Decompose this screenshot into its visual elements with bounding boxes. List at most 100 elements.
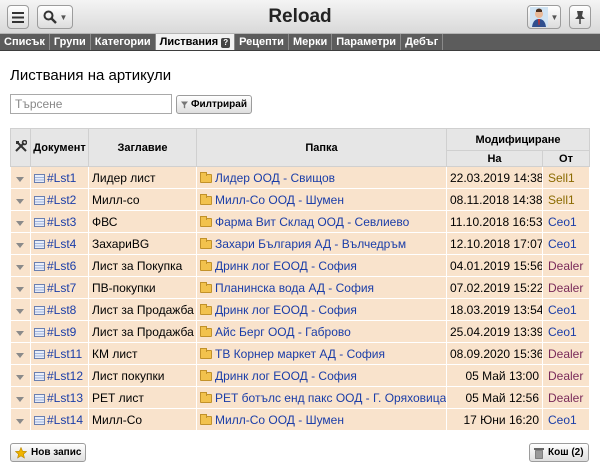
document-cell[interactable]: #Lst1 bbox=[30, 166, 89, 189]
folder-cell[interactable]: Дринк лог ЕООД - София bbox=[196, 364, 447, 387]
table-row[interactable]: #Lst8 Лист за Продажба Дринк лог ЕООД - Со… bbox=[10, 298, 590, 321]
row-menu[interactable] bbox=[10, 276, 31, 299]
document-cell[interactable]: #Lst14 bbox=[30, 408, 89, 431]
modified-by-cell[interactable]: Dealer bbox=[542, 276, 590, 299]
row-menu[interactable] bbox=[10, 364, 31, 387]
document-link[interactable]: #Lst13 bbox=[47, 391, 83, 405]
folder-cell[interactable]: Дринк лог ЕООД - София bbox=[196, 298, 447, 321]
tab-recipes[interactable]: Рецепти bbox=[235, 34, 289, 50]
folder-cell[interactable]: Айс Берг ООД - Габрово bbox=[196, 320, 447, 343]
document-link[interactable]: #Lst4 bbox=[47, 237, 76, 251]
row-menu[interactable] bbox=[10, 166, 31, 189]
row-menu[interactable] bbox=[10, 210, 31, 233]
folder-link[interactable]: Фарма Вит Склад ООД - Севлиево bbox=[215, 215, 409, 229]
table-row[interactable]: #Lst4 ЗахариBG Захари България АД - Вълчед… bbox=[10, 232, 590, 255]
row-menu[interactable] bbox=[10, 342, 31, 365]
tab-groups[interactable]: Групи bbox=[50, 34, 91, 50]
document-header[interactable]: Документ bbox=[30, 128, 89, 167]
search-input[interactable] bbox=[10, 94, 172, 114]
document-cell[interactable]: #Lst12 bbox=[30, 364, 89, 387]
document-cell[interactable]: #Lst3 bbox=[30, 210, 89, 233]
table-row[interactable]: #Lst6 Лист за Покупка Дринк лог ЕООД - Соф… bbox=[10, 254, 590, 277]
document-link[interactable]: #Lst2 bbox=[47, 193, 76, 207]
row-menu[interactable] bbox=[10, 320, 31, 343]
tab-list[interactable]: Списък bbox=[0, 34, 50, 50]
table-row[interactable]: #Lst9 Лист за Продажба Айс Берг ООД - Габр… bbox=[10, 320, 590, 343]
pin-button[interactable] bbox=[569, 5, 591, 29]
trash-button[interactable]: Кош (2) bbox=[529, 443, 589, 462]
title-header[interactable]: Заглавие bbox=[88, 128, 197, 167]
row-menu[interactable] bbox=[10, 386, 31, 409]
folder-link[interactable]: Дринк лог ЕООД - София bbox=[215, 369, 357, 383]
modified-by-cell[interactable]: Ceo1 bbox=[542, 320, 590, 343]
folder-link[interactable]: Планинска вода АД - София bbox=[215, 281, 374, 295]
tab-measures[interactable]: Мерки bbox=[289, 34, 333, 50]
folder-cell[interactable]: Дринк лог ЕООД - София bbox=[196, 254, 447, 277]
table-row[interactable]: #Lst12 Лист покупки Дринк лог ЕООД - София… bbox=[10, 364, 590, 387]
folder-link[interactable]: Захари България АД - Вълчедръм bbox=[215, 237, 406, 251]
modified-by-cell[interactable]: Dealer bbox=[542, 342, 590, 365]
folder-cell[interactable]: Лидер ООД - Свищов bbox=[196, 166, 447, 189]
folder-link[interactable]: ТВ Корнер маркет АД - София bbox=[215, 347, 385, 361]
user-menu-button[interactable]: ▼ bbox=[527, 5, 561, 29]
folder-cell[interactable]: Планинска вода АД - София bbox=[196, 276, 447, 299]
tab-parameters[interactable]: Параметри bbox=[332, 34, 402, 50]
table-row[interactable]: #Lst13 РЕТ лист РЕТ ботълс енд пакс ООД - … bbox=[10, 386, 590, 409]
document-cell[interactable]: #Lst4 bbox=[30, 232, 89, 255]
document-link[interactable]: #Lst1 bbox=[47, 171, 76, 185]
document-link[interactable]: #Lst12 bbox=[47, 369, 83, 383]
table-row[interactable]: #Lst7 ПВ-покупки Планинска вода АД - София… bbox=[10, 276, 590, 299]
folder-link[interactable]: Милл-Со ООД - Шумен bbox=[215, 193, 344, 207]
modified-by-cell[interactable]: Ceo1 bbox=[542, 408, 590, 431]
folder-link[interactable]: Милл-Со ООД - Шумен bbox=[215, 413, 344, 427]
document-link[interactable]: #Lst8 bbox=[47, 303, 76, 317]
modified-by-cell[interactable]: Sell1 bbox=[542, 188, 590, 211]
row-menu[interactable] bbox=[10, 298, 31, 321]
folder-link[interactable]: Лидер ООД - Свищов bbox=[215, 171, 335, 185]
modified-by-cell[interactable]: Ceo1 bbox=[542, 232, 590, 255]
document-link[interactable]: #Lst6 bbox=[47, 259, 76, 273]
folder-cell[interactable]: Милл-Со ООД - Шумен bbox=[196, 188, 447, 211]
modified-by-cell[interactable]: Sell1 bbox=[542, 166, 590, 189]
document-cell[interactable]: #Lst9 bbox=[30, 320, 89, 343]
document-link[interactable]: #Lst14 bbox=[47, 413, 83, 427]
document-cell[interactable]: #Lst2 bbox=[30, 188, 89, 211]
modified-by-header[interactable]: От bbox=[542, 150, 590, 167]
table-row[interactable]: #Lst14 Милл-Со Милл-Со ООД - Шумен 17 Юни 1… bbox=[10, 408, 590, 431]
folder-link[interactable]: РЕТ ботълс енд пакс ООД - Г. Оряховица bbox=[215, 391, 446, 405]
tab-categories[interactable]: Категории bbox=[91, 34, 156, 50]
document-cell[interactable]: #Lst6 bbox=[30, 254, 89, 277]
table-row[interactable]: #Lst11 КМ лист ТВ Корнер маркет АД - София… bbox=[10, 342, 590, 365]
document-cell[interactable]: #Lst7 bbox=[30, 276, 89, 299]
document-cell[interactable]: #Lst8 bbox=[30, 298, 89, 321]
modified-by-cell[interactable]: Dealer bbox=[542, 364, 590, 387]
row-menu[interactable] bbox=[10, 188, 31, 211]
row-menu[interactable] bbox=[10, 254, 31, 277]
folder-cell[interactable]: Фарма Вит Склад ООД - Севлиево bbox=[196, 210, 447, 233]
row-menu[interactable] bbox=[10, 232, 31, 255]
modified-by-cell[interactable]: Ceo1 bbox=[542, 210, 590, 233]
new-record-button[interactable]: Нов запис bbox=[10, 443, 87, 462]
folder-cell[interactable]: РЕТ ботълс енд пакс ООД - Г. Оряховица bbox=[196, 386, 447, 409]
table-row[interactable]: #Lst1 Лидер лист Лидер ООД - Свищов 22.03.2… bbox=[10, 166, 590, 189]
folder-link[interactable]: Дринк лог ЕООД - София bbox=[215, 259, 357, 273]
document-link[interactable]: #Lst11 bbox=[47, 347, 82, 361]
document-link[interactable]: #Lst9 bbox=[47, 325, 76, 339]
folder-link[interactable]: Дринк лог ЕООД - София bbox=[215, 303, 357, 317]
table-row[interactable]: #Lst3 ФВС Фарма Вит Склад ООД - Севлиево 11… bbox=[10, 210, 590, 233]
modified-by-cell[interactable]: Dealer bbox=[542, 386, 590, 409]
row-menu[interactable] bbox=[10, 408, 31, 431]
help-badge[interactable]: ? bbox=[221, 38, 231, 48]
document-cell[interactable]: #Lst11 bbox=[30, 342, 89, 365]
tab-debug[interactable]: Дебъг bbox=[401, 34, 444, 50]
folder-header[interactable]: Папка bbox=[196, 128, 447, 167]
folder-link[interactable]: Айс Берг ООД - Габрово bbox=[215, 325, 351, 339]
folder-cell[interactable]: Захари България АД - Вълчедръм bbox=[196, 232, 447, 255]
folder-cell[interactable]: ТВ Корнер маркет АД - София bbox=[196, 342, 447, 365]
document-cell[interactable]: #Lst13 bbox=[30, 386, 89, 409]
modified-by-cell[interactable]: Ceo1 bbox=[542, 298, 590, 321]
modified-by-cell[interactable]: Dealer bbox=[542, 254, 590, 277]
document-link[interactable]: #Lst3 bbox=[47, 215, 76, 229]
tab-listings[interactable]: Листвания? bbox=[155, 34, 236, 50]
table-row[interactable]: #Lst2 Милл-со Милл-Со ООД - Шумен 08.11.201… bbox=[10, 188, 590, 211]
